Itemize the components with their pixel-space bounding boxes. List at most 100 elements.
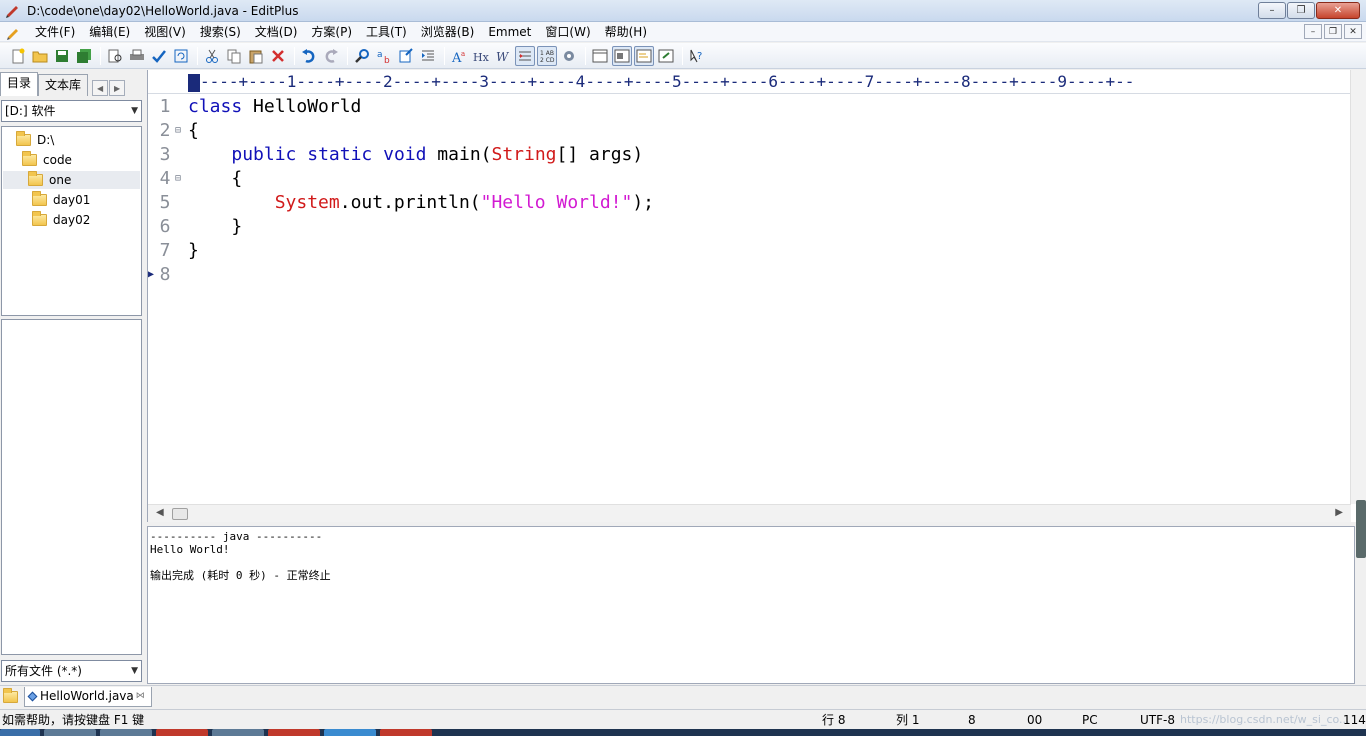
- close-tab-icon[interactable]: ⋈: [136, 691, 145, 701]
- tree-item-code[interactable]: code: [22, 151, 72, 169]
- indent-icon[interactable]: [418, 46, 438, 66]
- output-window[interactable]: ---------- java ---------- Hello World! …: [147, 526, 1355, 684]
- fold-minus-icon[interactable]: ⊟: [175, 173, 181, 184]
- menu-emmet[interactable]: Emmet: [481, 22, 538, 42]
- menu-view[interactable]: 视图(V): [137, 22, 193, 42]
- horizontal-scrollbar[interactable]: ◀ ▶: [148, 504, 1351, 522]
- scroll-thumb[interactable]: [172, 508, 188, 520]
- doc-minimize-button[interactable]: –: [1304, 24, 1322, 39]
- taskbar-app-red[interactable]: [268, 729, 320, 736]
- help-icon[interactable]: ?: [687, 46, 707, 66]
- taskbar-start-button[interactable]: [0, 729, 40, 736]
- replace-icon[interactable]: ab: [374, 46, 394, 66]
- redo-icon[interactable]: [321, 46, 341, 66]
- copy-icon[interactable]: [224, 46, 244, 66]
- line-number: 8: [159, 264, 171, 285]
- drive-select[interactable]: [D:] 软件 ▼: [1, 100, 142, 122]
- doc-tab-helloworld[interactable]: HelloWorld.java ⋈: [24, 686, 152, 707]
- menu-browser[interactable]: 浏览器(B): [414, 22, 482, 42]
- spell-check-icon[interactable]: [149, 46, 169, 66]
- menu-tools[interactable]: 工具(T): [359, 22, 414, 42]
- toolbar-separator: [100, 46, 101, 65]
- find-icon[interactable]: [352, 46, 372, 66]
- taskbar-app-ie[interactable]: [100, 729, 152, 736]
- folder-icon: [32, 191, 47, 206]
- print-icon[interactable]: [127, 46, 147, 66]
- cliptext-icon[interactable]: [634, 45, 654, 66]
- save-all-icon[interactable]: [74, 46, 94, 66]
- vertical-scrollbar[interactable]: [1350, 70, 1366, 504]
- font-icon[interactable]: Aa: [449, 46, 469, 66]
- code-editor[interactable]: ----+----1----+----2----+----3----+----4…: [147, 70, 1366, 522]
- file-filter-select[interactable]: 所有文件 (*.*) ▼: [1, 660, 142, 682]
- menu-bar: 文件(F) 编辑(E) 视图(V) 搜索(S) 文档(D) 方案(P) 工具(T…: [0, 22, 1366, 42]
- delete-icon[interactable]: [268, 46, 288, 66]
- tree-item-day01[interactable]: day01: [32, 191, 90, 209]
- line-number-icon[interactable]: 1 AB 2 CD: [537, 45, 557, 66]
- folder-icon[interactable]: [3, 687, 18, 703]
- menu-window[interactable]: 窗口(W): [538, 22, 597, 42]
- scroll-left-icon[interactable]: ◀: [156, 507, 164, 518]
- minimize-button[interactable]: –: [1258, 2, 1286, 19]
- close-button[interactable]: ✕: [1316, 2, 1360, 19]
- line-number: 3: [159, 144, 171, 165]
- code-line-7: }: [188, 240, 199, 261]
- open-icon[interactable]: [30, 46, 50, 66]
- output-side-handle[interactable]: [1356, 500, 1366, 558]
- line-number: 5: [159, 192, 171, 213]
- cut-icon[interactable]: [202, 46, 222, 66]
- taskbar-app-blue[interactable]: [324, 729, 376, 736]
- code-line-3: public static void main(String[] args): [188, 144, 643, 165]
- menu-help[interactable]: 帮助(H): [598, 22, 654, 42]
- folder-tree[interactable]: D:\ code one day01 day02: [1, 126, 142, 316]
- ruler-icon[interactable]: [515, 45, 535, 66]
- taskbar-app-folder[interactable]: [212, 729, 264, 736]
- refresh-icon[interactable]: [171, 46, 191, 66]
- identifier: HelloWorld: [242, 96, 362, 117]
- ruler-marks: ----+----1----+----2----+----3----+----4…: [200, 72, 1135, 91]
- folder-icon: [16, 131, 31, 146]
- scroll-right-icon[interactable]: ▶: [1335, 507, 1343, 518]
- current-line-marker-icon: ▶: [148, 269, 155, 280]
- tree-item-d-drive[interactable]: D:\: [16, 131, 54, 149]
- chevron-down-icon: ▼: [131, 666, 138, 676]
- browser-icon[interactable]: [590, 46, 610, 66]
- new-file-icon[interactable]: [8, 46, 28, 66]
- open-folder-icon: [28, 171, 43, 186]
- code-line-4: {: [188, 168, 243, 189]
- tree-item-day02[interactable]: day02: [32, 211, 90, 229]
- doc-restore-button[interactable]: ❐: [1324, 24, 1342, 39]
- file-filter-value: 所有文件 (*.*): [5, 664, 82, 678]
- output-window-icon[interactable]: [612, 45, 632, 66]
- restore-button[interactable]: ❐: [1287, 2, 1315, 19]
- tab-scroll-left-icon[interactable]: ◀: [92, 80, 109, 96]
- hex-icon[interactable]: Hx: [471, 46, 491, 66]
- word-wrap-icon[interactable]: W: [493, 46, 513, 66]
- tab-cliptext[interactable]: 文本库: [38, 74, 89, 96]
- tree-item-one[interactable]: one: [3, 171, 140, 189]
- doc-close-button[interactable]: ✕: [1344, 24, 1362, 39]
- menu-document[interactable]: 文档(D): [248, 22, 305, 42]
- taskbar-app-editplus[interactable]: [380, 729, 432, 736]
- fold-minus-icon[interactable]: ⊟: [175, 125, 181, 136]
- taskbar-app-chrome[interactable]: [156, 729, 208, 736]
- menu-edit[interactable]: 编辑(E): [82, 22, 137, 42]
- toolbar-separator: [197, 46, 198, 65]
- code-area[interactable]: 1 2 ⊟ 3 4 ⊟ 5 6 7 ▶ 8 class HelloWorld {…: [148, 96, 1351, 504]
- save-icon[interactable]: [52, 46, 72, 66]
- directory-icon[interactable]: [656, 46, 676, 66]
- menu-search[interactable]: 搜索(S): [193, 22, 248, 42]
- print-preview-icon[interactable]: [105, 46, 125, 66]
- settings-icon[interactable]: [559, 46, 579, 66]
- menu-file[interactable]: 文件(F): [28, 22, 82, 42]
- keyword: void: [383, 144, 427, 165]
- document-pencil-icon[interactable]: [6, 24, 22, 40]
- taskbar-app-explorer[interactable]: [44, 729, 96, 736]
- tab-directory[interactable]: 目录: [0, 72, 39, 96]
- file-list[interactable]: [1, 319, 142, 655]
- undo-icon[interactable]: [299, 46, 319, 66]
- menu-project[interactable]: 方案(P): [304, 22, 359, 42]
- goto-icon[interactable]: [396, 46, 416, 66]
- tab-scroll-right-icon[interactable]: ▶: [109, 80, 126, 96]
- paste-icon[interactable]: [246, 46, 266, 66]
